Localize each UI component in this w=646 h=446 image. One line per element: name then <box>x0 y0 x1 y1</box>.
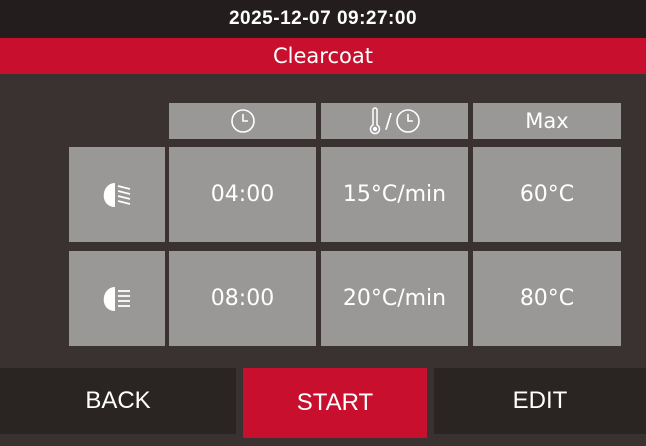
row1-time-value[interactable]: 04:00 <box>169 147 316 242</box>
row1-lamp-button[interactable] <box>69 147 165 242</box>
clock-icon <box>395 108 421 134</box>
rate-separator: / <box>385 109 392 133</box>
datetime-display: 2025-12-07 09:27:00 <box>0 0 646 38</box>
edit-button[interactable]: EDIT <box>434 368 646 434</box>
row2-time-value[interactable]: 08:00 <box>169 251 316 346</box>
heat-lamp-high-icon <box>97 284 137 314</box>
header-time <box>169 103 316 139</box>
clock-icon <box>230 108 256 134</box>
start-button[interactable]: START <box>243 368 427 438</box>
row2-max-value[interactable]: 80°C <box>473 251 621 346</box>
row1-max-value[interactable]: 60°C <box>473 147 621 242</box>
header-max: Max <box>473 103 621 139</box>
row2-rate-value[interactable]: 20°C/min <box>321 251 468 346</box>
back-button[interactable]: BACK <box>0 368 236 434</box>
row2-lamp-button[interactable] <box>69 251 165 346</box>
header-rate: / <box>321 103 468 139</box>
heat-lamp-low-icon <box>97 180 137 210</box>
bottom-bar: BACK START EDIT <box>0 368 646 446</box>
program-title: Clearcoat <box>0 38 646 74</box>
row1-rate-value[interactable]: 15°C/min <box>321 147 468 242</box>
thermometer-icon <box>368 107 382 135</box>
